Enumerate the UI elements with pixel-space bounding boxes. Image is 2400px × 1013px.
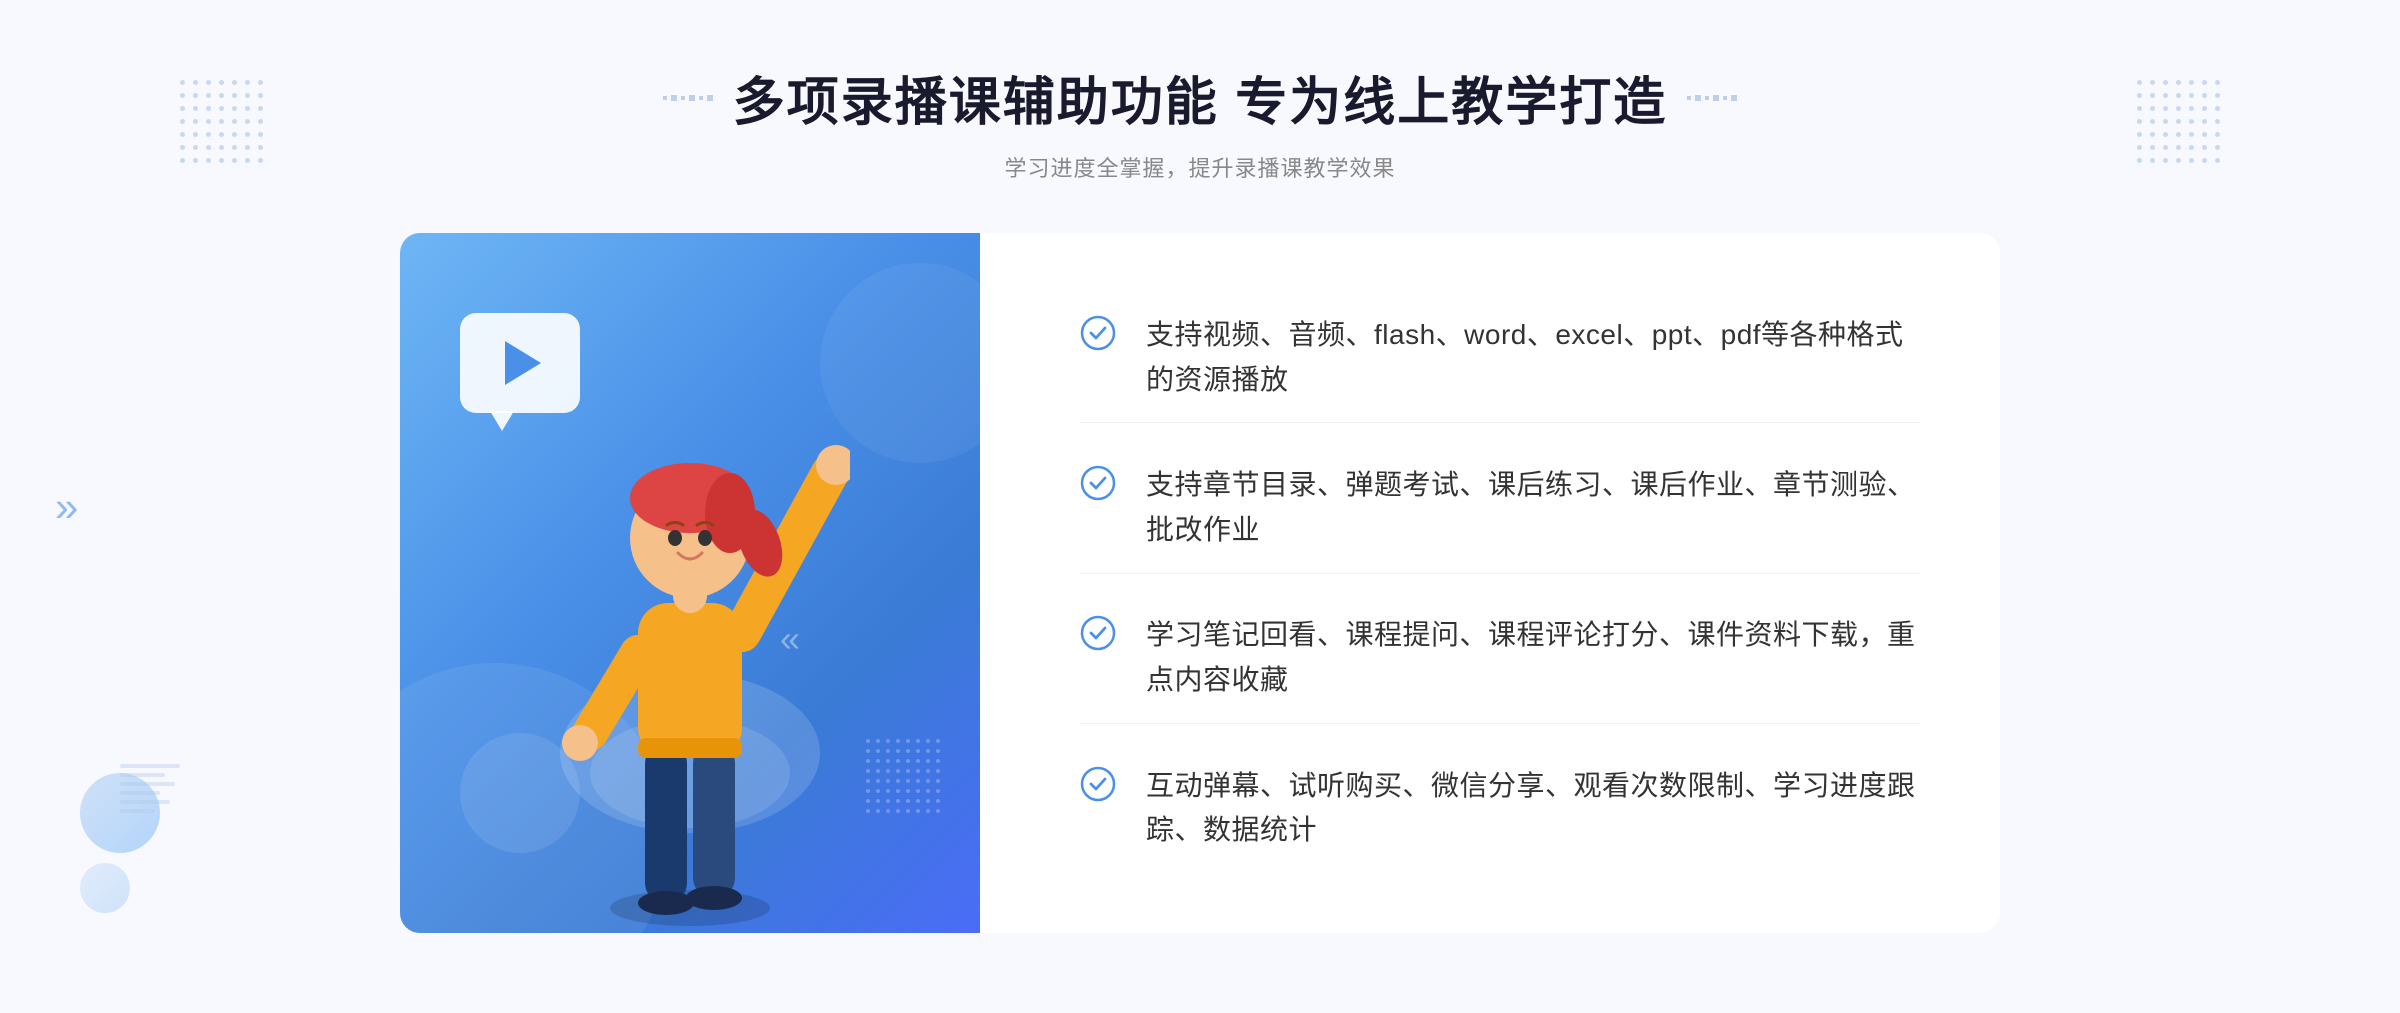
page-container: 多项录播课辅助功能 专为线上教学打造 学习进度全掌握，提升录播课教学效果 » [0, 0, 2400, 1013]
features-panel: 支持视频、音频、flash、word、excel、ppt、pdf等各种格式的资源… [980, 233, 2000, 933]
feature-item-2: 支持章节目录、弹题考试、课后练习、课后作业、章节测验、批改作业 [1080, 443, 1920, 574]
feature-item-3: 学习笔记回看、课程提问、课程评论打分、课件资料下载，重点内容收藏 [1080, 593, 1920, 724]
illus-dots [866, 739, 940, 813]
check-icon-3 [1080, 615, 1116, 651]
main-title: 多项录播课辅助功能 专为线上教学打造 [733, 60, 1667, 135]
feature-item-4: 互动弹幕、试听购买、微信分享、观看次数限制、学习进度跟踪、数据统计 [1080, 744, 1920, 874]
title-decorator-right [1687, 95, 1737, 101]
check-icon-4 [1080, 766, 1116, 802]
feature-text-2: 支持章节目录、弹题考试、课后练习、课后作业、章节测验、批改作业 [1146, 463, 1920, 553]
header-title-row: 多项录播课辅助功能 专为线上教学打造 [663, 60, 1737, 135]
title-decorator-left [663, 95, 713, 101]
chevron-left-icon: » [55, 483, 78, 531]
person-illustration [530, 353, 850, 933]
feature-text-1: 支持视频、音频、flash、word、excel、ppt、pdf等各种格式的资源… [1146, 313, 1920, 403]
deco-circle-small [80, 863, 130, 913]
feature-text-3: 学习笔记回看、课程提问、课程评论打分、课件资料下载，重点内容收藏 [1146, 613, 1920, 703]
content-area: « [400, 233, 2000, 933]
illustration-panel: « [400, 233, 980, 933]
feature-item-1: 支持视频、音频、flash、word、excel、ppt、pdf等各种格式的资源… [1080, 293, 1920, 424]
header-section: 多项录播课辅助功能 专为线上教学打造 学习进度全掌握，提升录播课教学效果 [663, 60, 1737, 183]
dot-pattern-top-left [180, 80, 263, 163]
feature-text-4: 互动弹幕、试听购买、微信分享、观看次数限制、学习进度跟踪、数据统计 [1146, 764, 1920, 854]
dot-pattern-top-right [2137, 80, 2220, 163]
subtitle: 学习进度全掌握，提升录播课教学效果 [663, 151, 1737, 183]
check-icon-1 [1080, 315, 1116, 351]
deco-lines-left [120, 764, 180, 813]
check-icon-2 [1080, 465, 1116, 501]
